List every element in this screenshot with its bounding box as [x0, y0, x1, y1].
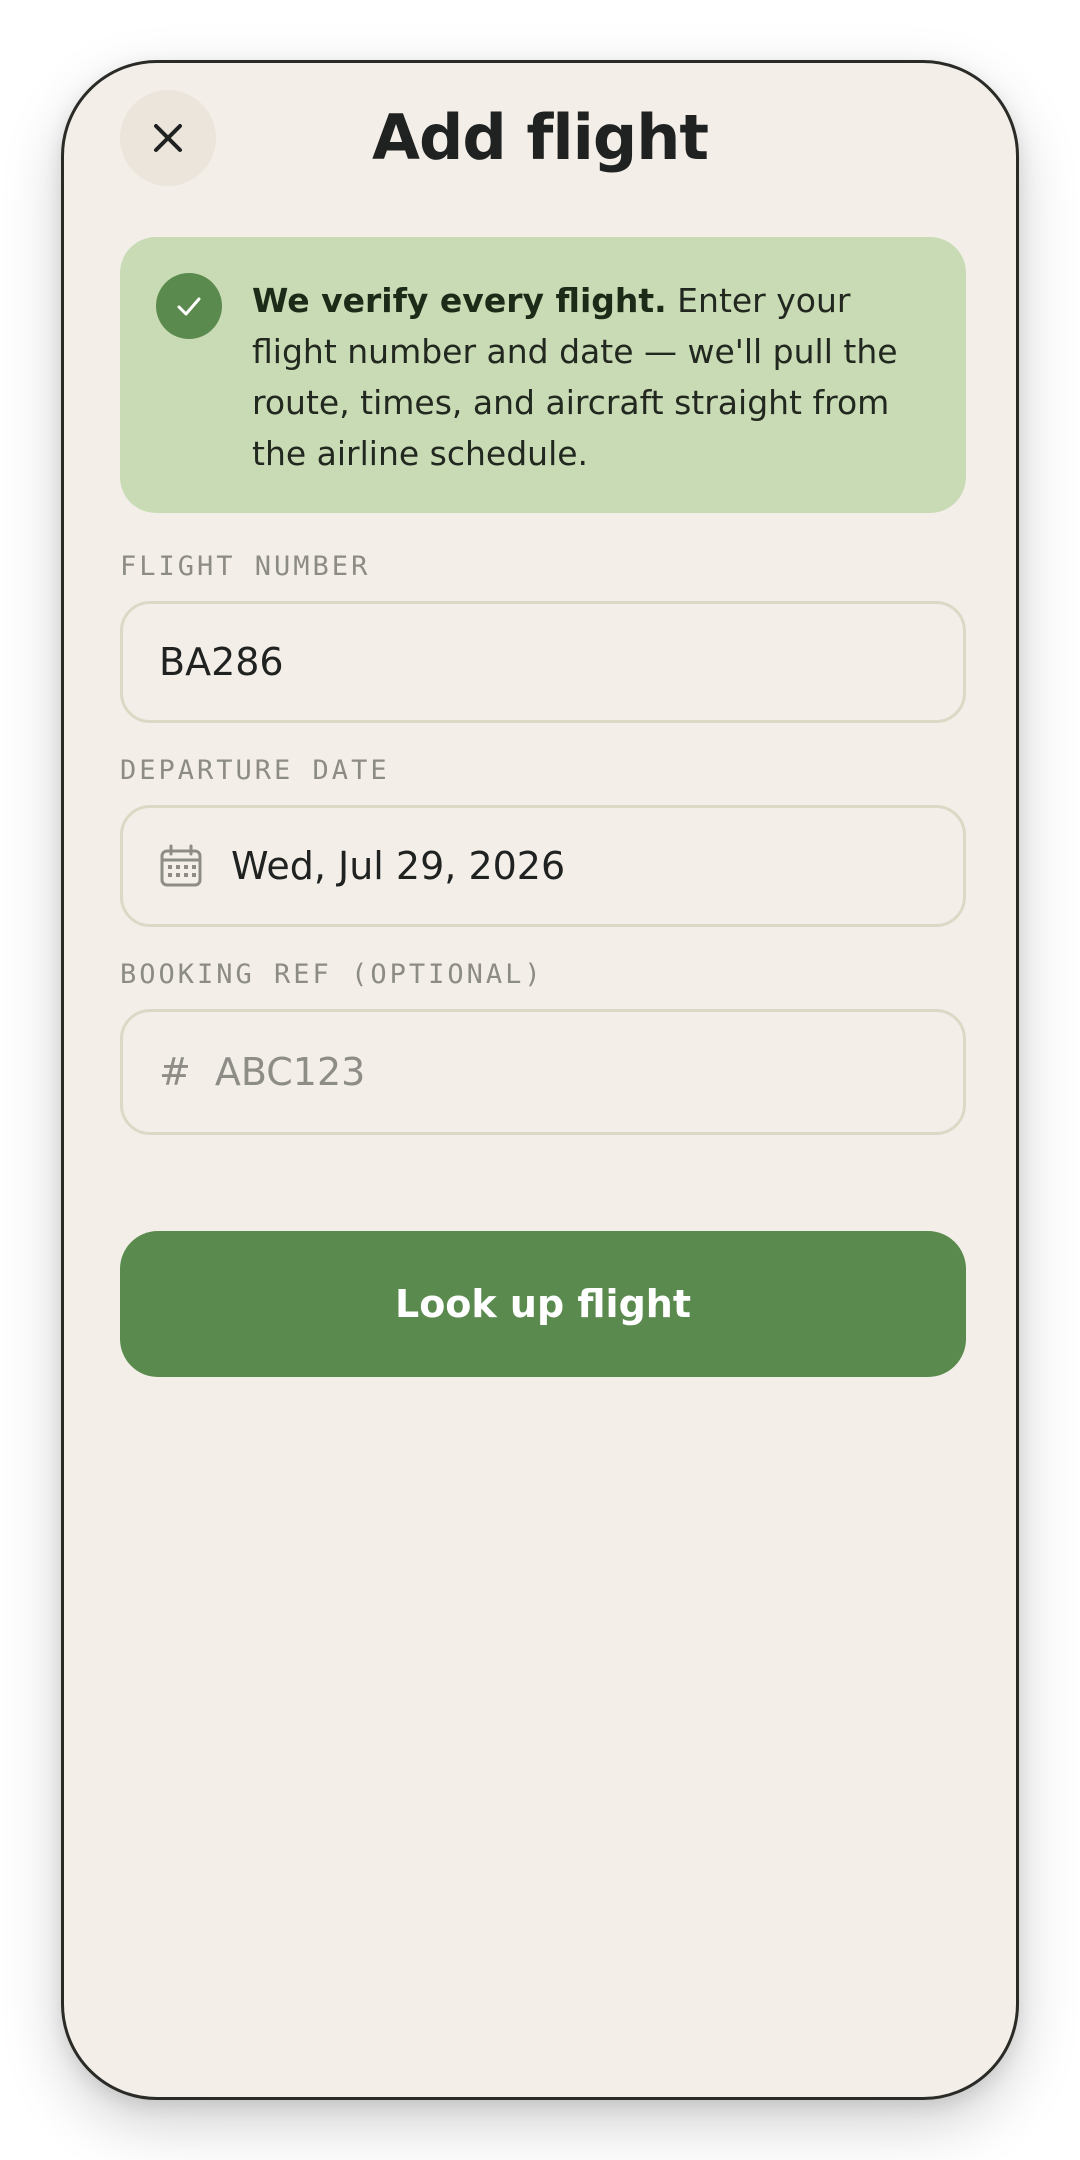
look-up-flight-button[interactable]: Look up flight: [120, 1231, 966, 1377]
departure-date-label: DEPARTURE DATE: [120, 755, 390, 786]
departure-date-value: Wed, Jul 29, 2026: [231, 844, 566, 888]
add-flight-screen: Add flight We verify every flight. Enter…: [61, 60, 1019, 2100]
booking-ref-label: BOOKING REF (OPTIONAL): [120, 959, 544, 990]
booking-ref-placeholder: ABC123: [214, 1050, 366, 1094]
hash-prefix: #: [159, 1050, 191, 1094]
notice-text: We verify every flight. Enter your fligh…: [252, 275, 926, 479]
page-title: Add flight: [372, 101, 709, 174]
booking-ref-input[interactable]: # ABC123: [120, 1009, 966, 1135]
notice-bold-text: We verify every flight.: [252, 281, 667, 320]
flight-number-label: FLIGHT NUMBER: [120, 551, 371, 582]
departure-date-input[interactable]: Wed, Jul 29, 2026: [120, 805, 966, 927]
check-circle-icon: [156, 273, 222, 339]
verification-notice: We verify every flight. Enter your fligh…: [120, 237, 966, 513]
calendar-icon: [160, 844, 202, 887]
look-up-flight-label: Look up flight: [394, 1282, 692, 1326]
flight-number-value: BA286: [159, 640, 284, 684]
flight-number-input[interactable]: BA286: [120, 601, 966, 723]
